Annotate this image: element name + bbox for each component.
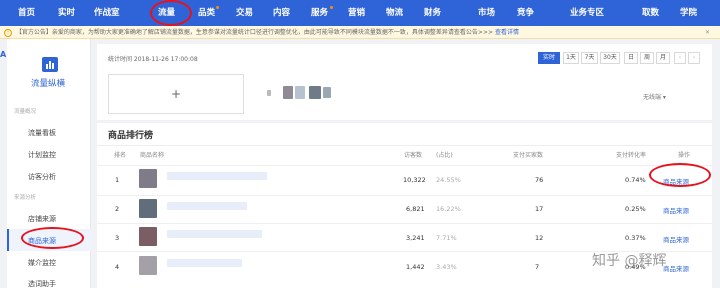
row-buyers: 17 bbox=[535, 205, 544, 213]
product-source-link[interactable]: 商品来源 bbox=[663, 176, 689, 186]
watermark: 知乎 @释辉 bbox=[592, 253, 667, 269]
product-source-link[interactable]: 商品来源 bbox=[663, 263, 689, 273]
sidebar-item-traffic-board[interactable]: 流量看板 bbox=[28, 128, 56, 138]
nav-realtime[interactable]: 实时 bbox=[58, 0, 75, 26]
notice-text: 【官方公告】亲爱的商家，为帮助大家更准确地了解店铺流量数据，生意参谋对流量统计口… bbox=[15, 29, 494, 36]
row-visitors: 10,322 bbox=[403, 176, 426, 184]
sidebar-group-source: 来源分析 bbox=[14, 195, 37, 201]
summary-card: 统计时间 2018-11-26 17:00:08 实时 1天 7天 30天 日 … bbox=[97, 44, 712, 120]
col-buyers[interactable]: 支付买家数 bbox=[513, 150, 543, 159]
range-week[interactable]: 周 bbox=[640, 52, 654, 64]
nav-service[interactable]: 服务 bbox=[311, 0, 328, 26]
next-arrow-icon[interactable]: › bbox=[688, 52, 700, 64]
row-divider bbox=[97, 195, 712, 196]
row-rank: 3 bbox=[115, 234, 120, 242]
row-visitors: 3,241 bbox=[406, 234, 425, 242]
row-visitors: 1,442 bbox=[406, 263, 425, 271]
sidebar-item-product-source[interactable]: 商品来源 bbox=[28, 236, 56, 246]
product-source-link[interactable]: 商品来源 bbox=[663, 205, 689, 215]
close-icon[interactable]: ✕ bbox=[705, 26, 710, 38]
row-rank: 2 bbox=[115, 205, 120, 213]
product-thumbnail-blurred bbox=[295, 86, 305, 99]
nav-logistics[interactable]: 物流 bbox=[386, 0, 403, 26]
row-share: 7.71% bbox=[436, 234, 457, 242]
row-conversion: 0.25% bbox=[625, 205, 646, 213]
module-title: 流量纵横 bbox=[31, 79, 66, 89]
row-buyers: 76 bbox=[535, 176, 544, 184]
nav-competition[interactable]: 竞争 bbox=[517, 0, 534, 26]
row-buyers: 12 bbox=[535, 234, 544, 242]
nav-content[interactable]: 内容 bbox=[273, 0, 290, 26]
stat-time: 统计时间 2018-11-26 17:00:08 bbox=[108, 56, 198, 63]
col-visitors[interactable]: 访客数 bbox=[404, 150, 422, 159]
warning-icon: ! bbox=[4, 28, 12, 37]
nav-home[interactable]: 首页 bbox=[18, 0, 35, 26]
sidebar-item-keyword-helper[interactable]: 选词助手 bbox=[28, 279, 56, 288]
row-buyers: 7 bbox=[535, 263, 540, 271]
sidebar-item-media-monitor[interactable]: 媒介监控 bbox=[28, 258, 56, 268]
row-conversion: 0.37% bbox=[625, 234, 646, 242]
product-thumbnail-blurred bbox=[323, 87, 331, 98]
nav-marketing[interactable]: 营销 bbox=[348, 0, 365, 26]
nav-category[interactable]: 品类 bbox=[198, 0, 215, 26]
product-thumbnail-blurred bbox=[267, 90, 271, 96]
nav-traffic[interactable]: 流量 bbox=[158, 0, 175, 26]
new-dot-icon bbox=[216, 6, 219, 9]
sidebar-item-visitor-analysis[interactable]: 访客分析 bbox=[28, 172, 56, 182]
nav-business-zone[interactable]: 业务专区 bbox=[570, 0, 604, 26]
row-share: 16.22% bbox=[436, 205, 461, 213]
product-thumbnail-blurred bbox=[309, 86, 321, 99]
new-dot-icon bbox=[330, 6, 333, 9]
prev-arrow-icon[interactable]: ‹ bbox=[674, 52, 686, 64]
notice-link[interactable]: 查看详情 bbox=[495, 29, 519, 36]
product-image-blurred bbox=[139, 199, 157, 218]
product-name-blurred bbox=[167, 230, 262, 238]
left-rail bbox=[0, 39, 7, 288]
row-conversion: 0.74% bbox=[625, 176, 646, 184]
sidebar-item-shop-source[interactable]: 店铺来源 bbox=[28, 214, 56, 224]
col-action: 操作 bbox=[678, 152, 691, 159]
product-name-blurred bbox=[167, 259, 242, 267]
nav-academy[interactable]: 学院 bbox=[680, 0, 697, 26]
row-divider bbox=[97, 223, 712, 224]
nav-war-room[interactable]: 作战室 bbox=[94, 0, 120, 26]
product-image-blurred bbox=[139, 169, 157, 188]
range-realtime[interactable]: 实时 bbox=[538, 52, 560, 64]
device-select[interactable]: 无线端 ▾ bbox=[643, 92, 666, 101]
range-7day[interactable]: 7天 bbox=[581, 52, 598, 64]
product-name-blurred bbox=[167, 202, 247, 210]
col-product: 商品名称 bbox=[140, 152, 165, 159]
notice-bar: ! 【官方公告】亲爱的商家，为帮助大家更准确地了解店铺流量数据，生意参谋对流量统… bbox=[0, 26, 720, 39]
product-name-blurred bbox=[167, 172, 267, 180]
range-1day[interactable]: 1天 bbox=[563, 52, 579, 64]
col-share: (占比) bbox=[436, 152, 453, 159]
rail-logo-icon: A bbox=[0, 50, 7, 59]
nav-market[interactable]: 市场 bbox=[478, 0, 495, 26]
row-share: 3.43% bbox=[436, 263, 457, 271]
nav-finance[interactable]: 财务 bbox=[424, 0, 441, 26]
sidebar-group-overview: 流量概况 bbox=[14, 109, 37, 115]
ranking-title: 商品排行榜 bbox=[108, 131, 154, 141]
nav-data-fetch[interactable]: 取数 bbox=[642, 0, 659, 26]
product-image-blurred bbox=[139, 256, 157, 275]
add-compare-button[interactable]: + bbox=[108, 74, 244, 114]
range-30day[interactable]: 30天 bbox=[600, 52, 620, 64]
bar-chart-icon bbox=[42, 57, 58, 72]
range-month[interactable]: 月 bbox=[656, 52, 670, 64]
row-share: 24.55% bbox=[436, 176, 461, 184]
row-divider bbox=[97, 165, 712, 166]
row-rank: 4 bbox=[115, 263, 120, 271]
top-nav: 首页 实时 作战室 流量 品类 交易 内容 服务 营销 物流 财务 市场 竞争 … bbox=[0, 0, 720, 26]
product-thumbnail-blurred bbox=[283, 86, 293, 99]
row-visitors: 6,821 bbox=[406, 205, 425, 213]
nav-trade[interactable]: 交易 bbox=[236, 0, 253, 26]
product-image-blurred bbox=[139, 227, 157, 246]
sidebar-item-plan-monitor[interactable]: 计划监控 bbox=[28, 150, 56, 160]
product-source-link[interactable]: 商品来源 bbox=[663, 234, 689, 244]
divider bbox=[97, 145, 712, 146]
range-day[interactable]: 日 bbox=[624, 52, 638, 64]
col-conversion[interactable]: 支付转化率 bbox=[616, 150, 646, 159]
row-rank: 1 bbox=[115, 176, 120, 184]
col-rank: 排名 bbox=[114, 152, 127, 159]
